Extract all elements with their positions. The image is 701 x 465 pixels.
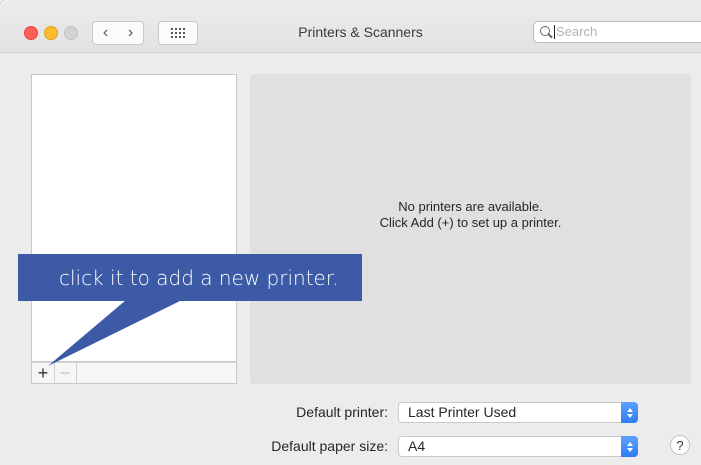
search-placeholder[interactable]: Search [554,25,597,39]
back-button[interactable]: ‹ [92,21,119,45]
default-paper-size-label: Default paper size: [271,438,388,454]
search-icon [540,26,553,39]
tutorial-callout: click it to add a new printer. [18,254,362,301]
default-printer-value: Last Printer Used [408,404,517,420]
select-stepper-icon [621,402,638,423]
forward-button[interactable]: › [118,21,144,45]
help-button[interactable]: ? [670,435,690,455]
printer-list-toolbar: + − [31,362,237,384]
printer-list[interactable] [31,74,237,362]
default-printer-select[interactable]: Last Printer Used [398,402,638,423]
add-printer-button[interactable]: + [32,363,55,383]
printers-scanners-window: ‹ › Printers & Scanners Search + − No pr… [0,0,701,465]
chevron-right-icon: › [127,24,134,41]
default-printer-label: Default printer: [296,404,388,420]
zoom-button[interactable] [64,26,78,40]
default-paper-size-value: A4 [408,438,426,454]
remove-printer-button[interactable]: − [54,363,77,383]
search-field[interactable]: Search [533,21,701,43]
callout-text: click it to add a new printer. [59,265,339,290]
empty-state-line-2: Click Add (+) to set up a printer. [379,215,562,230]
select-stepper-icon [621,436,638,457]
chevron-left-icon: ‹ [102,24,109,41]
empty-state-line-1: No printers are available. [398,199,543,214]
minimize-button[interactable] [44,26,58,40]
grid-icon [171,28,185,38]
show-all-button[interactable] [158,21,198,45]
title-bar: ‹ › Printers & Scanners Search [0,0,701,53]
window-title: Printers & Scanners [298,24,423,40]
empty-state-message: No printers are available. Click Add (+)… [250,199,691,231]
default-paper-size-select[interactable]: A4 [398,436,638,457]
close-button[interactable] [24,26,38,40]
